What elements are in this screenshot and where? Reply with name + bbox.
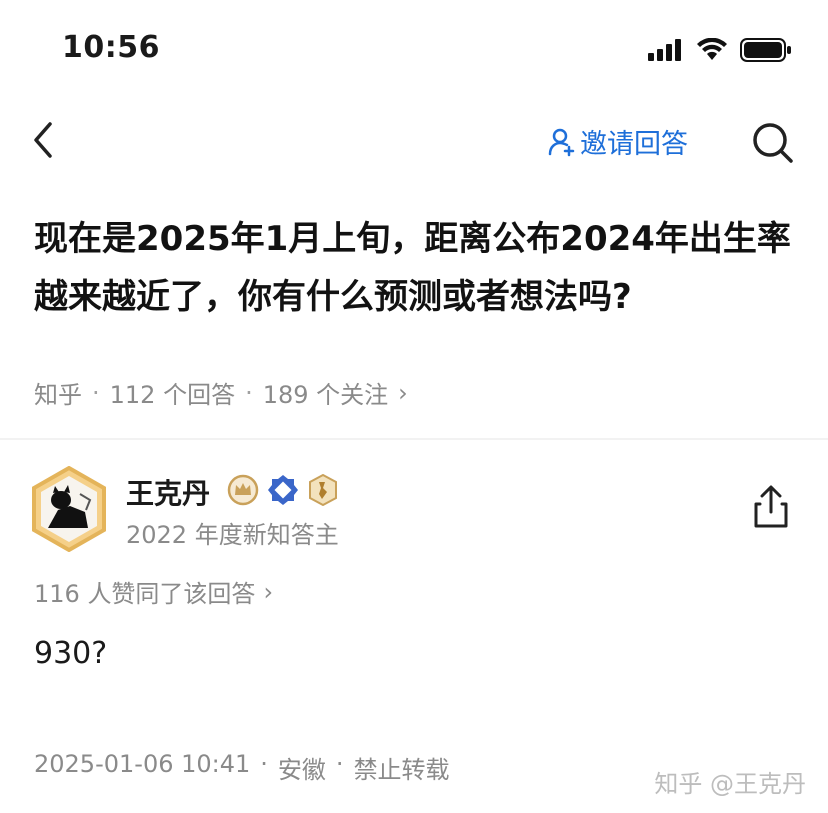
meta-separator: · (92, 378, 100, 407)
vote-summary[interactable]: 116 人赞同了该回答 › (34, 574, 273, 609)
status-icons (648, 38, 792, 62)
answer-footer-meta: 2025-01-06 10:41 · 安徽 · 禁止转载 (34, 750, 450, 785)
watermark: 知乎 @王克丹 (654, 770, 806, 798)
answer-date: 2025-01-06 10:41 (34, 750, 251, 778)
chevron-right-icon: › (398, 378, 408, 407)
avatar[interactable] (30, 466, 108, 552)
invite-user-icon (548, 128, 575, 156)
answer-body: 930? (34, 636, 108, 671)
meta-separator: · (245, 378, 253, 407)
votes-text: 116 人赞同了该回答 (34, 580, 256, 608)
battery-icon (740, 38, 791, 62)
share-icon[interactable] (750, 484, 792, 530)
wifi-icon (697, 38, 727, 60)
question-title[interactable]: 现在是2025年1月上旬，距离公布2024年出生率越来越近了，你有什么预测或者想… (34, 210, 794, 326)
followers-count: 189 个关注 (262, 381, 389, 409)
crown-badge-icon (227, 474, 259, 506)
divider (0, 438, 828, 440)
meta-separator: · (335, 750, 344, 778)
search-icon[interactable] (748, 118, 796, 166)
meta-separator: · (260, 750, 268, 778)
copyright-notice: 禁止转载 (353, 756, 450, 784)
medal-badge-icon (309, 474, 337, 506)
cellular-signal-icon (648, 39, 681, 61)
invite-answer-button[interactable]: 邀请回答 (548, 122, 688, 161)
diamond-badge-icon (268, 475, 298, 505)
answer-location: 安徽 (277, 756, 326, 784)
author-name[interactable]: 王克丹 (126, 472, 210, 512)
status-time: 10:56 (62, 30, 160, 65)
answers-count: 112 个回答 (109, 381, 236, 409)
chevron-right-icon: › (263, 577, 274, 606)
invite-label: 邀请回答 (580, 129, 688, 160)
author-badges (227, 474, 339, 506)
back-arrow-icon[interactable] (28, 118, 68, 162)
question-meta[interactable]: 知乎 · 112 个回答 · 189 个关注 › (34, 375, 408, 410)
source-label: 知乎 (34, 381, 82, 409)
author-subtitle: 2022 年度新知答主 (126, 521, 339, 549)
